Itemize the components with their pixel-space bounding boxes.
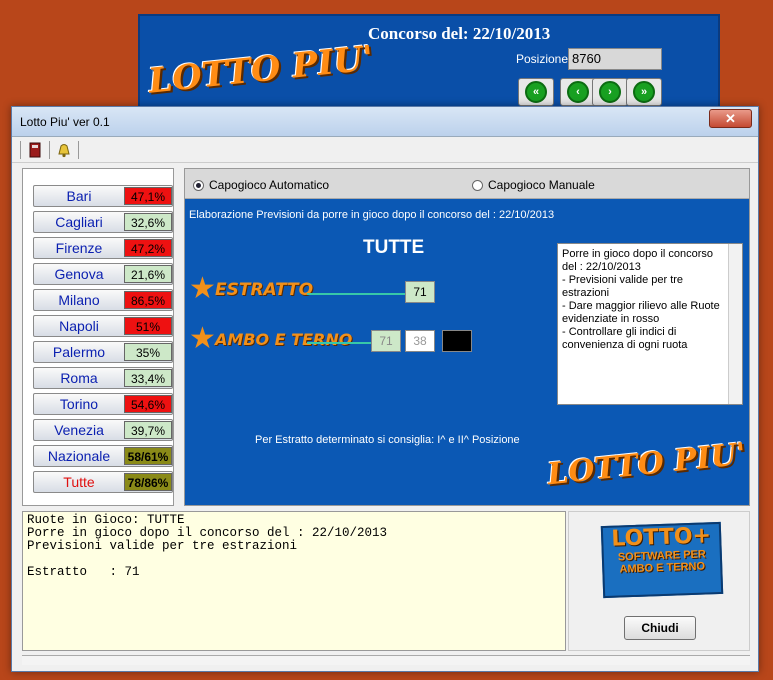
ruota-percentage: 54,6% (124, 395, 172, 413)
star-icon: ★ (189, 322, 216, 355)
estratto-number: 71 (405, 281, 435, 303)
ruota-percentage: 78/86% (124, 473, 172, 491)
ruota-button-torino[interactable]: Torino 54,6% (33, 393, 173, 415)
ruota-percentage: 35% (124, 343, 172, 361)
main-window: Lotto Piu' ver 0.1 ✕ Bari 47,1% Cagliari 32… (11, 106, 759, 672)
next-button[interactable]: › (592, 78, 628, 106)
ruota-name: Tutte (63, 474, 95, 490)
ruota-name: Nazionale (47, 448, 111, 464)
ruota-name: Roma (60, 370, 98, 386)
position-field[interactable]: 8760 (568, 48, 662, 70)
ruota-percentage: 51% (124, 317, 172, 335)
ambo-color-box (442, 330, 472, 352)
toolbar-separator (78, 140, 79, 159)
ruota-name: Cagliari (55, 214, 103, 230)
memo-line: evidenziate in rosso (562, 313, 660, 325)
star-icon: ★ (189, 272, 216, 305)
consiglio-text: Per Estratto determinato si consiglia: I… (255, 434, 520, 446)
status-bar (22, 655, 750, 665)
title-bar: Lotto Piu' ver 0.1 ✕ (12, 107, 758, 137)
ruota-percentage: 58/61% (124, 447, 172, 465)
window-title: Lotto Piu' ver 0.1 (20, 114, 110, 129)
radio-manual[interactable]: Capogioco Manuale (472, 178, 595, 192)
ruota-button-nazionale[interactable]: Nazionale 58/61% (33, 445, 173, 467)
estratto-connector (307, 293, 405, 295)
memo-line: - Previsioni valide per tre estrazioni (562, 274, 684, 299)
ruota-name: Milano (58, 292, 100, 308)
bell-icon[interactable] (56, 141, 72, 159)
double-right-arrow-icon: » (633, 81, 655, 103)
ambo-number-1: 71 (371, 330, 401, 352)
left-arrow-icon: ‹ (567, 81, 589, 103)
ruota-button-venezia[interactable]: Venezia 39,7% (33, 419, 173, 441)
toolbar (12, 137, 758, 163)
memo-line: convenienza di ogni ruota (562, 339, 688, 351)
mode-bar: Capogioco Automatico Capogioco Manuale (185, 169, 749, 199)
ruota-name: Firenze (55, 240, 103, 256)
ruota-percentage: 21,6% (124, 265, 172, 283)
ruota-percentage: 86,5% (124, 291, 172, 309)
ruota-name: Genova (54, 266, 104, 282)
toolbar-separator (49, 140, 50, 159)
memo-scrollbar[interactable] (728, 244, 742, 404)
memo-line: - Dare maggior rilievo alle Ruote (562, 300, 720, 312)
ruota-button-firenze[interactable]: Firenze 47,2% (33, 237, 173, 259)
ruota-percentage: 47,1% (124, 187, 172, 205)
concorso-title: Concorso del: 22/10/2013 (368, 24, 551, 43)
ambo-connector (307, 342, 371, 344)
lotto-piu-logo: LOTTO PIU' (146, 38, 376, 102)
ruota-button-roma[interactable]: Roma 33,4% (33, 367, 173, 389)
ruota-name: Napoli (59, 318, 99, 334)
close-button[interactable]: ✕ (709, 109, 752, 128)
output-line: Estratto : 71 (27, 565, 140, 579)
ruota-name: Torino (59, 396, 99, 412)
position-label: Posizione : (516, 52, 575, 66)
radio-automatic-label: Capogioco Automatico (209, 178, 330, 192)
prev-button[interactable]: ‹ (560, 78, 596, 106)
toolbar-separator (20, 140, 21, 159)
lotto-plus-logo: LOTTO+ SOFTWARE PER AMBO E TERNO (600, 521, 724, 599)
memo-line: - Controllare gli indici di (562, 326, 677, 338)
ruota-button-milano[interactable]: Milano 86,5% (33, 289, 173, 311)
double-left-arrow-icon: « (525, 81, 547, 103)
output-textarea[interactable]: Ruote in Gioco: TUTTE Porre in gioco dopo… (22, 511, 566, 651)
radio-automatic[interactable]: Capogioco Automatico (193, 178, 329, 192)
chiudi-button[interactable]: Chiudi (624, 616, 696, 640)
ambo-number-2: 38 (405, 330, 435, 352)
background-window: Concorso del: 22/10/2013 LOTTO PIU' Posi… (138, 14, 720, 114)
ruota-percentage: 47,2% (124, 239, 172, 257)
radio-selected-icon (193, 179, 204, 191)
right-arrow-icon: › (599, 81, 621, 103)
memo-box[interactable]: Porre in gioco dopo il concorso del : 22/… (557, 243, 743, 405)
ruota-percentage: 33,4% (124, 369, 172, 387)
radio-unselected-icon (472, 179, 483, 191)
close-icon: ✕ (725, 111, 736, 126)
ruota-percentage: 32,6% (124, 213, 172, 231)
panel-logo: LOTTO PIU' (545, 436, 748, 493)
ruota-button-genova[interactable]: Genova 21,6% (33, 263, 173, 285)
ruota-percentage: 39,7% (124, 421, 172, 439)
ruota-name: Venezia (54, 422, 104, 438)
ruota-button-napoli[interactable]: Napoli 51% (33, 315, 173, 337)
memo-line: del : 22/10/2013 (562, 261, 641, 273)
prediction-panel: Capogioco Automatico Capogioco Manuale E… (184, 168, 750, 506)
ruota-name: Palermo (52, 344, 106, 360)
memo-line: Porre in gioco dopo il concorso (562, 248, 714, 260)
ruota-button-bari[interactable]: Bari 47,1% (33, 185, 173, 207)
ruota-title: TUTTE (363, 237, 425, 258)
book-icon[interactable] (27, 141, 43, 159)
estratto-label: ESTRATTO (215, 280, 314, 300)
ruota-button-tutte[interactable]: Tutte 78/86% (33, 471, 173, 493)
radio-manual-label: Capogioco Manuale (488, 178, 595, 192)
ruota-name: Bari (66, 188, 92, 204)
elaborazione-text: Elaborazione Previsioni da porre in gioc… (189, 209, 555, 221)
ruota-button-cagliari[interactable]: Cagliari 32,6% (33, 211, 173, 233)
ruota-button-palermo[interactable]: Palermo 35% (33, 341, 173, 363)
first-button[interactable]: « (518, 78, 554, 106)
last-button[interactable]: » (626, 78, 662, 106)
output-line: Previsioni valide per tre estrazioni (27, 539, 298, 553)
ambo-terno-label: AMBO E TERNO (215, 330, 353, 349)
